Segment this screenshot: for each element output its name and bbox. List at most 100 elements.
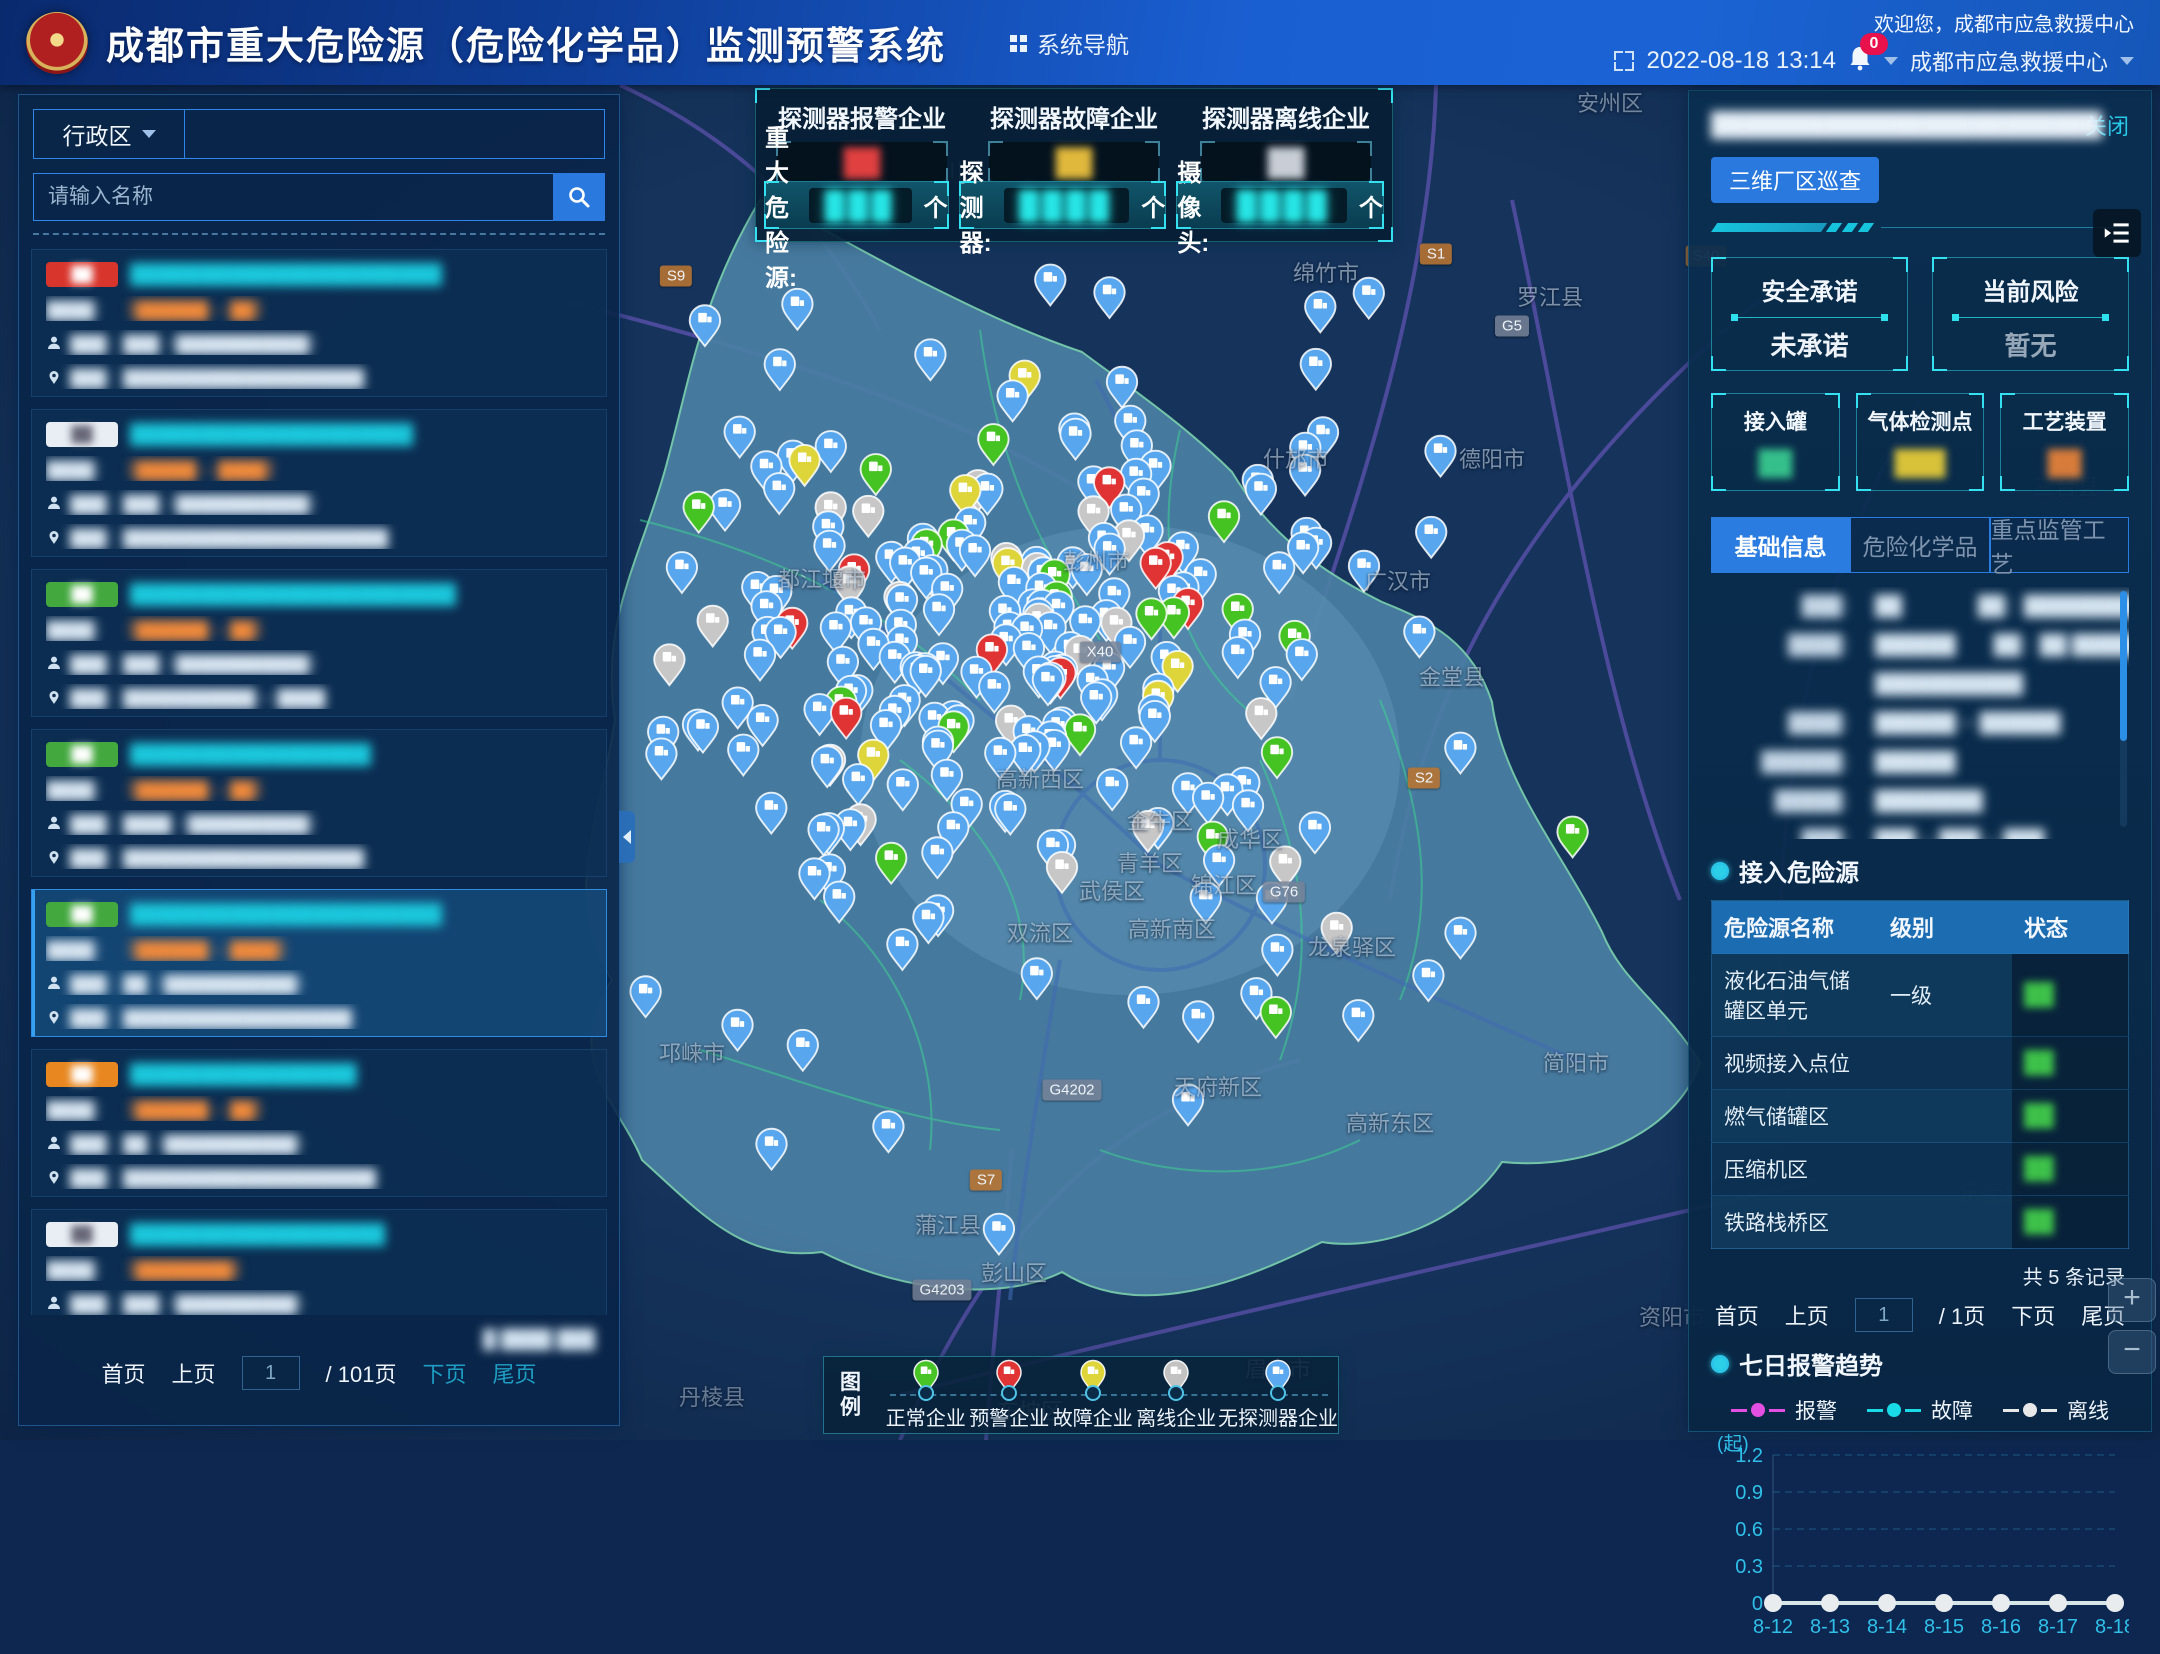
tab-危险化学品[interactable]: 危险化学品 [1850, 517, 1989, 573]
hazard-section-header: 接入危险源 [1711, 853, 2129, 888]
svg-text:8-18: 8-18 [2095, 1616, 2129, 1638]
metric-box-value: ██ [2001, 450, 2128, 478]
stat-value: ██ [1201, 142, 1371, 182]
pager-first[interactable]: 首页 [102, 1357, 146, 1389]
pager-prev[interactable]: 上页 [172, 1357, 216, 1389]
legend-ring [1270, 1385, 1286, 1401]
collapse-info-button[interactable] [2093, 209, 2141, 257]
status-badge: ██ [46, 422, 118, 447]
zoom-out-button[interactable]: − [2108, 1330, 2156, 1374]
pager-page-input[interactable]: 1 [242, 1356, 300, 1390]
basic-info-section: ███：██ ██：███████████████：██████ ██：██ █… [1711, 587, 2129, 839]
pager-page-input[interactable]: 1 [1855, 1298, 1913, 1332]
location-icon [46, 689, 62, 705]
metric-box-value: ██ [1712, 450, 1839, 478]
tab-重点监管工艺[interactable]: 重点监管工艺 [1990, 517, 2129, 573]
list-item[interactable]: █████████████████████████████：【██████ ─ … [31, 569, 607, 717]
pager-first[interactable]: 首页 [1715, 1299, 1759, 1331]
counter-unit: 个 [924, 188, 948, 223]
chart-y-axis-label: (起) [1717, 1429, 1749, 1456]
table-row[interactable]: 铁路栈桥区██ [1712, 1196, 2129, 1249]
search-button[interactable] [553, 173, 605, 221]
status-box-label: 安全承诺 [1712, 272, 1907, 307]
info-row: ████：██████ ─ ██████ [1711, 704, 2129, 743]
detail-tabs: 基础信息危险化学品重点监管工艺 [1711, 517, 2129, 573]
stat-card: 探测器故障企业██ [968, 89, 1180, 177]
counter-unit: 个 [1141, 188, 1165, 223]
stat-counter: 探测器:████个 [959, 181, 1167, 229]
list-item[interactable]: ████████████████████████████：【██████ ─ █… [31, 889, 607, 1037]
table-row[interactable]: 压缩机区██ [1712, 1143, 2129, 1196]
caret-down-icon [142, 130, 156, 138]
table-header: 状态 [2012, 901, 2129, 954]
zoom-in-button[interactable]: + [2108, 1278, 2156, 1322]
legend-ring [1168, 1385, 1184, 1401]
info-scrollbar[interactable] [2120, 591, 2127, 827]
trend-section-header: 七日报警趋势 [1711, 1346, 2129, 1381]
chart-legend: 报警故障离线 [1711, 1395, 2129, 1425]
metric-box: 工艺装置 ██ [2000, 393, 2129, 491]
metric-box: 接入罐██ [1711, 393, 1840, 491]
stat-value: ██ [777, 142, 947, 182]
record-count: █ ████ ███ [19, 1329, 595, 1350]
list-item[interactable]: ███████████████████████：【██████ ─ ██】███… [31, 729, 607, 877]
status-badge: ██ [46, 262, 118, 287]
person-icon [46, 1295, 62, 1311]
svg-text:8-17: 8-17 [2038, 1616, 2078, 1638]
region-filter-value[interactable] [185, 110, 604, 158]
sidebar-collapse-button[interactable] [619, 811, 635, 863]
table-row[interactable]: 视频接入点位██ [1712, 1037, 2129, 1090]
app-logo-emblem [26, 12, 88, 74]
tab-基础信息[interactable]: 基础信息 [1711, 517, 1850, 573]
location-icon [46, 1169, 62, 1185]
legend-title: 图例 [840, 1370, 874, 1420]
location-icon [46, 849, 62, 865]
list-item[interactable]: ██████████████████████████：【█████ ─ ████… [31, 409, 607, 557]
pager-last[interactable]: 尾页 [492, 1357, 536, 1389]
status-box-value: 暂无 [1933, 326, 2128, 363]
nav-system-menu[interactable]: 系统导航 [1010, 26, 1129, 60]
stat-value: ██ [989, 142, 1159, 182]
grid-icon [1010, 35, 1017, 42]
pager-next[interactable]: 下页 [2011, 1299, 2055, 1331]
list-item[interactable]: ████████████████████████████：【██████ ─ █… [31, 249, 607, 397]
pager-next[interactable]: 下页 [422, 1357, 466, 1389]
region-filter-dropdown[interactable]: 行政区 [34, 110, 185, 158]
hazard-table: 危险源名称级别状态液化石油气储罐区单元一级██视频接入点位██燃气储罐区██压缩… [1711, 900, 2129, 1249]
fullscreen-icon[interactable] [1614, 51, 1634, 71]
status-box: 当前风险暂无 [1932, 257, 2129, 371]
table-header: 危险源名称 [1712, 901, 1879, 954]
company-name: ███████████████████████ [130, 583, 456, 606]
company-detail-panel: ████████████████████████ 关闭 三维厂区巡查 安全承诺未… [1688, 90, 2152, 1432]
legend-series-报警: 报警 [1731, 1395, 1837, 1425]
table-row[interactable]: 液化石油气储罐区单元一级██ [1712, 954, 2129, 1037]
counter-label: 摄像头: [1177, 153, 1209, 258]
metric-box-label: 工艺装置 [2001, 406, 2128, 436]
info-row: ███████████ [1711, 665, 2129, 704]
legend-ring [1085, 1385, 1101, 1401]
caret-down-icon[interactable] [2120, 57, 2134, 65]
notification-bell[interactable]: 0 [1848, 45, 1872, 78]
counter-label: 重大危险源: [765, 118, 797, 293]
status-badge: ██ [46, 742, 118, 767]
nav-label: 系统导航 [1037, 26, 1129, 60]
stat-card: 探测器离线企业██ [1180, 89, 1392, 177]
search-input[interactable] [33, 173, 553, 221]
list-item[interactable]: ██████████████████████：【██████ ─ ██】███：… [31, 1049, 607, 1197]
table-row[interactable]: 燃气储罐区██ [1712, 1090, 2129, 1143]
map-zoom-controls: + − [2108, 1278, 2156, 1382]
status-badge: ██ [46, 582, 118, 607]
legend-item: 正常企业 [884, 1357, 968, 1433]
3d-tour-button[interactable]: 三维厂区巡查 [1711, 157, 1879, 203]
info-row: ████：██████ ██：██ ██████ / [1711, 626, 2129, 665]
info-row: █████：████████ [1711, 782, 2129, 821]
svg-text:8-13: 8-13 [1810, 1616, 1850, 1638]
trend-chart: (起) 00.30.60.91.28-128-138-148-158-168-1… [1711, 1429, 2129, 1654]
status-box-label: 当前风险 [1933, 272, 2128, 307]
location-icon [46, 369, 62, 385]
pager-prev[interactable]: 上页 [1785, 1299, 1829, 1331]
caret-down-icon[interactable] [1884, 57, 1898, 65]
search-icon [567, 185, 591, 209]
list-item[interactable]: ████████████████████████：【████████】███：█… [31, 1209, 607, 1315]
status-badge: ██ [46, 1062, 118, 1087]
